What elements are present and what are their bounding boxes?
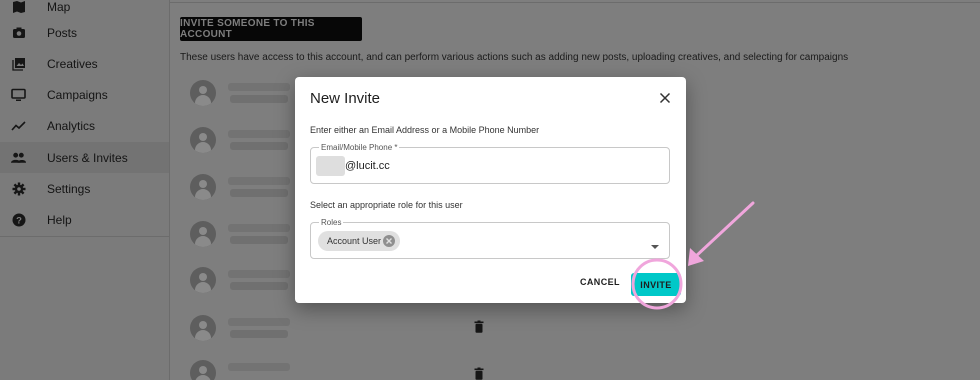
email-field[interactable]: Email/Mobile Phone * @lucit.cc xyxy=(310,143,670,184)
gear-icon xyxy=(11,181,26,196)
redacted-name xyxy=(228,130,290,138)
cancel-button[interactable]: CANCEL xyxy=(580,277,620,287)
sidebar-item-analytics[interactable]: Analytics xyxy=(0,110,169,141)
sidebar-item-campaigns[interactable]: Campaigns xyxy=(0,79,169,110)
sidebar-item-label: Campaigns xyxy=(47,87,108,102)
help-circle-icon: ? xyxy=(11,212,26,227)
role-chip: Account User xyxy=(318,231,400,251)
roles-select[interactable]: Roles Account User xyxy=(310,218,670,259)
redacted-name xyxy=(228,177,290,185)
image-library-icon xyxy=(11,56,26,71)
invite-button[interactable]: INVITE xyxy=(631,273,681,296)
users-description: These users have access to this account,… xyxy=(180,52,849,63)
camera-icon xyxy=(11,25,26,40)
new-invite-dialog: New Invite Enter either an Email Address… xyxy=(295,77,686,303)
sidebar-item-label: Users & Invites xyxy=(47,150,128,165)
avatar xyxy=(190,174,216,200)
avatar xyxy=(190,315,216,341)
redacted-name xyxy=(228,318,290,326)
avatar xyxy=(190,221,216,247)
redacted-email xyxy=(230,142,288,150)
avatar xyxy=(190,267,216,293)
role-prompt: Select an appropriate role for this user xyxy=(310,200,463,210)
trending-line-icon xyxy=(11,118,26,133)
sidebar: Map Posts Creatives Campaigns Analytics … xyxy=(0,0,170,380)
sidebar-item-label: Help xyxy=(47,212,72,227)
monitor-icon xyxy=(11,87,26,102)
redacted-email xyxy=(230,282,288,290)
sidebar-item-posts[interactable]: Posts xyxy=(0,17,169,48)
map-icon xyxy=(11,0,26,14)
people-icon xyxy=(11,150,26,165)
roles-field-label: Roles xyxy=(319,218,344,227)
remove-chip-icon[interactable] xyxy=(382,234,396,248)
redacted-email xyxy=(230,189,288,197)
dialog-title: New Invite xyxy=(310,90,381,107)
table-row xyxy=(190,360,490,380)
redacted-email xyxy=(230,330,288,338)
redacted-name xyxy=(228,224,290,232)
delete-icon[interactable] xyxy=(472,367,486,380)
avatar xyxy=(190,127,216,153)
sidebar-item-label: Settings xyxy=(47,181,91,196)
chevron-down-icon[interactable] xyxy=(651,238,659,249)
sidebar-item-creatives[interactable]: Creatives xyxy=(0,48,169,79)
sidebar-item-label: Map xyxy=(47,0,71,14)
role-chip-label: Account User xyxy=(327,236,382,246)
sidebar-item-settings[interactable]: Settings xyxy=(0,173,169,204)
avatar xyxy=(190,360,216,380)
redacted-name xyxy=(228,83,290,91)
sidebar-item-label: Posts xyxy=(47,25,78,40)
redacted-name xyxy=(228,270,290,278)
email-field-label: Email/Mobile Phone * xyxy=(319,143,400,152)
redacted-email xyxy=(230,95,288,103)
redacted-username xyxy=(316,156,345,176)
sidebar-divider xyxy=(0,236,169,237)
table-row xyxy=(190,315,490,345)
close-icon[interactable] xyxy=(658,91,672,105)
invite-someone-button[interactable]: INVITE SOMEONE TO THIS ACCOUNT xyxy=(180,17,362,41)
sidebar-item-label: Creatives xyxy=(47,56,98,71)
redacted-email xyxy=(230,236,288,244)
sidebar-item-label: Analytics xyxy=(47,118,96,133)
delete-icon[interactable] xyxy=(472,320,486,334)
annotation-arrow xyxy=(688,201,755,266)
header-divider xyxy=(170,2,980,3)
redacted-name xyxy=(228,363,290,371)
email-field-value: @lucit.cc xyxy=(345,160,390,172)
contact-prompt: Enter either an Email Address or a Mobil… xyxy=(310,125,540,135)
avatar xyxy=(190,80,216,106)
svg-text:?: ? xyxy=(16,215,22,226)
sidebar-item-help[interactable]: ? Help xyxy=(0,204,169,235)
sidebar-item-users-invites[interactable]: Users & Invites xyxy=(0,142,169,173)
